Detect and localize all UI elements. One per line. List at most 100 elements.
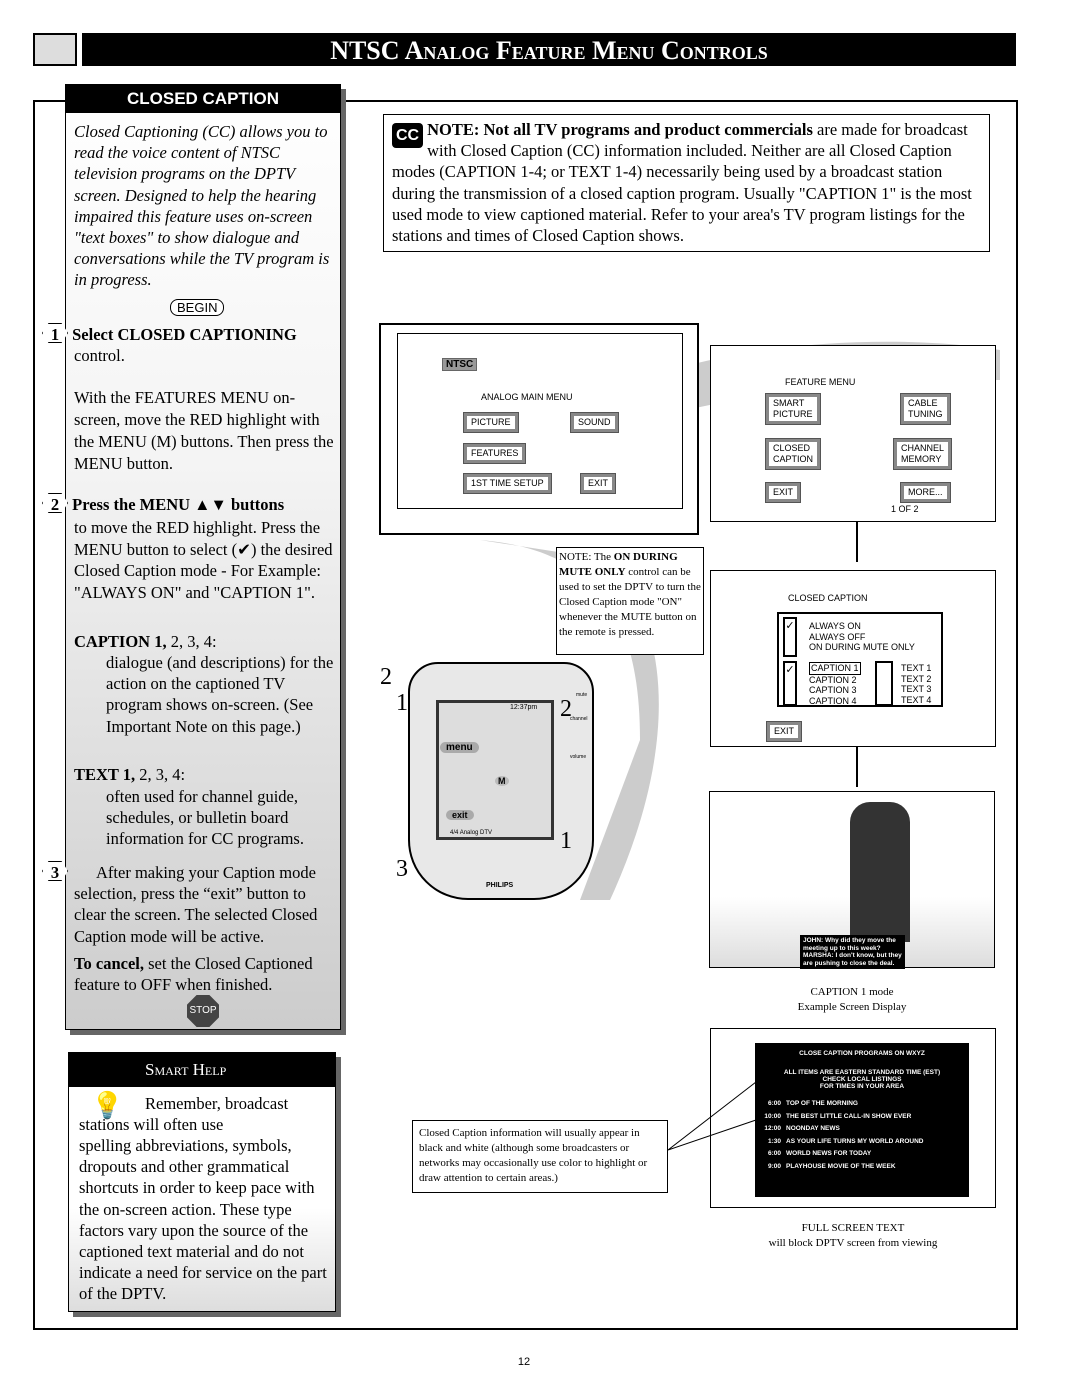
- text-3[interactable]: TEXT 3: [901, 684, 931, 695]
- text-2[interactable]: TEXT 2: [901, 674, 931, 685]
- picture-button[interactable]: PICTURE: [463, 412, 519, 433]
- setup-button[interactable]: 1ST TIME SETUP: [463, 473, 552, 494]
- program-name: NOONDAY NEWS: [786, 1125, 840, 1132]
- program-row: 1:30 AS YOUR LIFE TURNS MY WORLD AROUND: [755, 1138, 969, 1151]
- note-bold: NOTE: Not all TV programs and product co…: [427, 120, 813, 139]
- page-indicator: 1 OF 2: [891, 504, 919, 514]
- volume-label: volume: [570, 754, 587, 760]
- program-time: 12:00: [764, 1125, 781, 1132]
- step1-body: With the FEATURES MENU on-screen, move t…: [74, 388, 334, 473]
- mode-always-off[interactable]: ALWAYS OFF: [809, 632, 915, 643]
- menu-button[interactable]: menu: [440, 742, 479, 753]
- program-name: TOP OF THE MORNING: [786, 1100, 858, 1107]
- caption-4[interactable]: CAPTION 4: [809, 696, 861, 707]
- text-checkbox[interactable]: [875, 661, 893, 706]
- caption-3[interactable]: CAPTION 3: [809, 685, 861, 696]
- more-button[interactable]: MORE...: [900, 482, 951, 503]
- closed-caption-menu-screen: CLOSED CAPTION ✓ ALWAYS ON ALWAYS OFF ON D…: [710, 570, 996, 747]
- step-number: 1: [42, 323, 68, 343]
- fullscreen-label: FULL SCREEN TEXT will block DPTV screen f…: [710, 1221, 996, 1251]
- example-caption-screen: JOHN: Why did they move the meeting up to…: [709, 791, 995, 969]
- l: FULL SCREEN TEXT: [801, 1222, 905, 1234]
- mode-always-on[interactable]: ALWAYS ON: [809, 621, 915, 632]
- callout-1: 1: [560, 828, 572, 854]
- stop-icon: STOP: [187, 995, 219, 1027]
- features-button[interactable]: FEATURES: [462, 443, 527, 464]
- caption-heading-rest: 2, 3, 4:: [166, 632, 217, 651]
- caption-line: JOHN: Why did they move the: [803, 937, 896, 944]
- fs-notice: FOR TIMES IN YOUR AREA: [819, 1083, 905, 1090]
- program-row: 6:00 TOP OF THE MORNING: [755, 1100, 969, 1113]
- caption-line: are pushing to close the deal.: [803, 959, 895, 967]
- cc-note: CC NOTE: Not all TV programs and product…: [383, 114, 990, 252]
- mode-checkbox[interactable]: ✓: [783, 617, 797, 657]
- callout-2: 2: [380, 664, 392, 690]
- mute-note: NOTE: The ON DURING MUTE ONLY control ca…: [556, 547, 704, 655]
- label: CLOSED: [773, 443, 811, 453]
- program-name: WORLD NEWS FOR TODAY: [786, 1150, 872, 1157]
- callout-3: 3: [396, 856, 408, 882]
- step3-text: After making your Caption mode selection…: [74, 863, 318, 946]
- m-button[interactable]: M: [495, 776, 509, 786]
- program-time: 10:00: [764, 1112, 781, 1120]
- panel-heading: CLOSED CAPTION: [66, 85, 340, 113]
- l: will block DPTV screen from viewing: [768, 1237, 938, 1249]
- step-number: 2: [42, 493, 68, 513]
- pointer-lines: [668, 1081, 757, 1151]
- exit-button[interactable]: EXIT: [764, 482, 802, 503]
- caption-2[interactable]: CAPTION 2: [809, 675, 861, 686]
- caption-checkbox[interactable]: ✓: [783, 661, 797, 706]
- program-name: THE BEST LITTLE CALL-IN SHOW EVER: [786, 1112, 912, 1120]
- label: SMART: [773, 398, 805, 408]
- step2-text: to move the RED highlight. Press the MEN…: [74, 518, 333, 602]
- smart-help-panel: Smart Help 💡 Remember, broadcast station…: [68, 1052, 336, 1312]
- program-time: 9:00: [767, 1162, 781, 1170]
- callout-2: 2: [560, 696, 572, 722]
- text-heading: TEXT 1,: [74, 765, 136, 784]
- label: CABLE: [908, 398, 938, 408]
- people-image: [850, 802, 910, 942]
- program-row: 12:00 NOONDAY NEWS: [755, 1125, 969, 1138]
- fs-title: CLOSE CAPTION PROGRAMS ON WXYZ: [799, 1050, 925, 1057]
- mute-button[interactable]: mute: [576, 692, 587, 698]
- text-4[interactable]: TEXT 4: [901, 695, 931, 706]
- label: CAPTION: [773, 454, 814, 464]
- exit-button[interactable]: EXIT: [765, 721, 803, 742]
- channel-memory-button[interactable]: CHANNEL MEMORY: [892, 438, 953, 470]
- program-time: 1:30: [767, 1137, 781, 1145]
- menu-title: FEATURE MENU: [785, 377, 856, 387]
- program-row: 9:00 PLAYHOUSE MOVIE OF THE WEEK: [755, 1163, 969, 1176]
- closed-caption-button[interactable]: CLOSED CAPTION: [764, 438, 822, 470]
- caption-box: JOHN: Why did they move the meeting up to…: [800, 935, 905, 969]
- program-row: 6:00 WORLD NEWS FOR TODAY: [755, 1150, 969, 1163]
- program-time: 6:00: [767, 1100, 781, 1107]
- fs-notice: ALL ITEMS ARE EASTERN STANDARD TIME (EST…: [783, 1069, 941, 1076]
- brand-logo: PHILIPS: [486, 882, 514, 889]
- ntsc-badge: NTSC: [442, 358, 478, 371]
- program-name: PLAYHOUSE MOVIE OF THE WEEK: [786, 1162, 896, 1170]
- caption-line: MARSHA: I don't know, but they: [803, 952, 902, 959]
- smart-picture-button[interactable]: SMART PICTURE: [765, 393, 821, 425]
- feature-menu-screen: FEATURE MENU SMART PICTURE CABLE TUNING CL…: [710, 345, 996, 522]
- intro-text: Closed Captioning (CC) allows you to rea…: [74, 122, 330, 290]
- mode-mute-only[interactable]: ON DURING MUTE ONLY: [809, 642, 915, 653]
- caption-1[interactable]: CAPTION 1: [809, 662, 861, 675]
- smart-help-title: Smart Help: [69, 1053, 335, 1087]
- step2-title: Press the MENU ▲▼ buttons: [72, 495, 285, 514]
- cable-tuning-button[interactable]: CABLE TUNING: [900, 393, 951, 425]
- label: PICTURE: [773, 409, 813, 419]
- program-name: AS YOUR LIFE TURNS MY WORLD AROUND: [786, 1137, 924, 1145]
- sound-button[interactable]: SOUND: [570, 412, 619, 433]
- help-text-first: Remember, broadcast stations will often …: [79, 1094, 289, 1135]
- analog-label: Analog: [459, 830, 479, 836]
- caption-line: meeting up to this week?: [803, 944, 881, 952]
- exit-button[interactable]: exit: [446, 810, 474, 820]
- exit-button[interactable]: EXIT: [579, 473, 617, 494]
- help-text: spelling abbreviations, symbols, dropout…: [79, 1136, 327, 1304]
- fs-notice: CHECK LOCAL LISTINGS: [822, 1076, 902, 1083]
- caption-heading: CAPTION 1,: [74, 632, 167, 651]
- t: NOTE: The: [559, 551, 614, 563]
- text-1[interactable]: TEXT 1: [901, 663, 931, 674]
- step1-text: control.: [74, 346, 125, 365]
- menu-title: CLOSED CAPTION: [788, 593, 868, 603]
